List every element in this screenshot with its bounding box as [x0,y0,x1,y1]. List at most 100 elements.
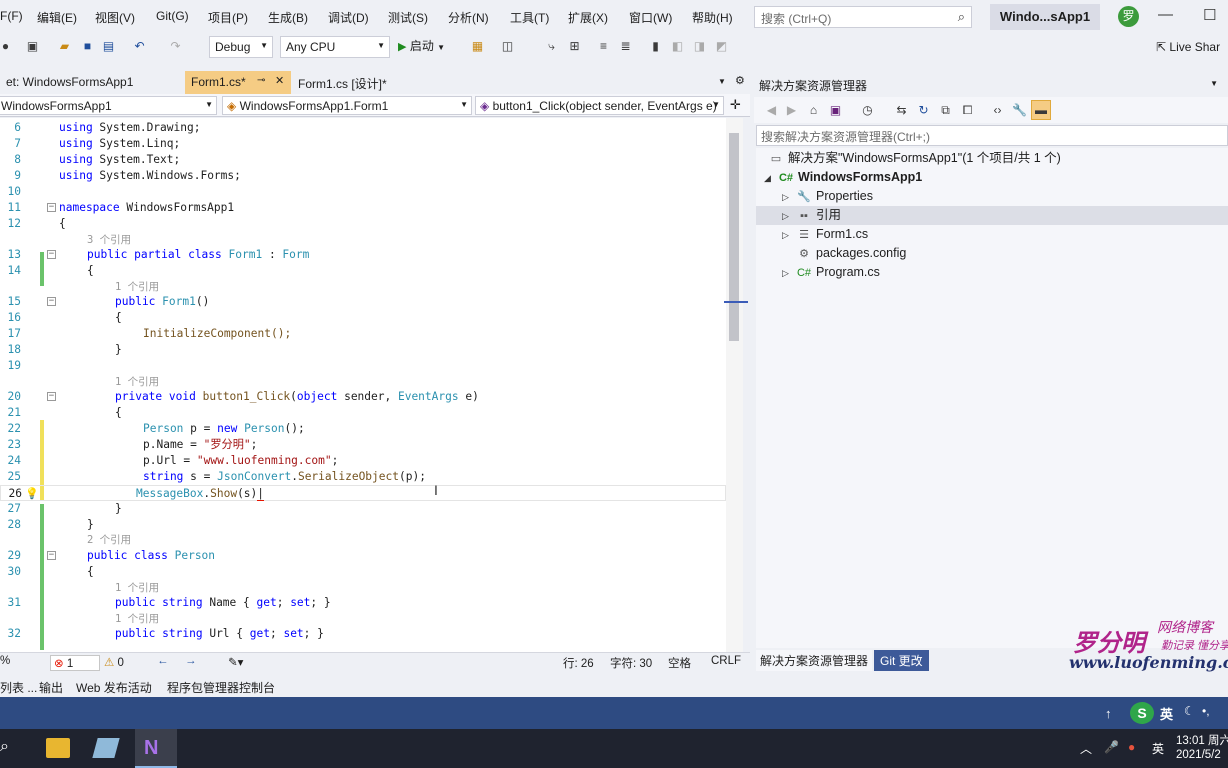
view-code-icon[interactable]: ‹› [990,103,1005,118]
tray-expand-icon[interactable]: ︿ [1080,740,1092,757]
menu-build[interactable]: 生成(B) [268,9,308,26]
new-project-icon[interactable]: ▣ [25,39,40,54]
refresh-icon[interactable]: ↻ [916,103,931,118]
show-all-files-icon[interactable]: ⧠ [960,103,975,118]
save-all-icon[interactable]: ▤ [101,39,116,54]
nav-project-select[interactable]: WindowsFormsApp1 ▼ [0,96,217,115]
maximize-icon[interactable]: ☐ [1203,6,1216,24]
tree-item-solution[interactable]: ▭ 解决方案"WindowsFormsApp1"(1 个项目/共 1 个) [768,149,1061,168]
arrow-left-icon[interactable]: ← [157,655,169,667]
solution-title-badge[interactable]: Windo...sApp1 [990,4,1100,30]
menu-analyze[interactable]: 分析(N) [448,9,489,26]
tree-item-packages-config[interactable]: ⚙ packages.config [796,244,906,263]
tree-item-references[interactable]: ▷ ▪▪ 引用 [756,206,1228,225]
liveshare-button[interactable]: ⇱ Live Shar [1156,40,1220,54]
menu-tools[interactable]: 工具(T) [510,9,549,26]
scrollbar-thumb[interactable] [729,133,739,341]
fold-toggle-icon[interactable]: − [47,250,56,259]
minimize-icon[interactable]: — [1158,6,1173,23]
expanded-arrow-icon[interactable]: ◢ [764,169,778,188]
back-icon[interactable]: ◀ [764,103,779,118]
prev-bookmark-icon[interactable]: ◧ [670,39,685,54]
pin-icon[interactable]: ⊸ [257,75,265,86]
step-icon[interactable]: ⤷ [544,39,559,54]
chevron-down-icon[interactable]: ▼ [1210,79,1218,88]
clock-time[interactable]: 13:01 周六 [1176,732,1228,748]
code-editor[interactable]: 6 using System.Drawing; 7 using System.Lin… [0,118,726,652]
tab-package-manager[interactable]: 程序包管理器控制台 [167,679,275,696]
back-circle-icon[interactable]: ● [0,39,13,54]
punctuation-icon[interactable]: •, [1202,704,1210,718]
tab-git-changes[interactable]: Git 更改 [874,650,929,671]
forward-icon[interactable]: ▶ [784,103,799,118]
menu-window[interactable]: 窗口(W) [629,9,672,26]
nav-member-select[interactable]: ◈ button1_Click(object sender, EventArgs… [475,96,724,115]
clock-date[interactable]: 2021/5/2 [1176,749,1221,761]
open-folder-icon[interactable]: ▰ [57,39,72,54]
error-count-button[interactable]: ⊗ 1 [50,655,101,671]
config-select[interactable]: Debug ▼ [209,36,273,58]
undo-icon[interactable]: ↶ [132,39,147,54]
tab-output[interactable]: 输出 [39,679,63,696]
tray-ime[interactable]: 英 [1152,740,1164,757]
codelens-references[interactable]: 1 个引用 [0,580,726,596]
preview-toggle-icon[interactable]: ▬ [1031,100,1051,120]
search-input[interactable]: 搜索 (Ctrl+Q) ⌕ [754,6,972,28]
next-bookmark-icon[interactable]: ◨ [692,39,707,54]
nav-class-select[interactable]: ◈ WindowsFormsApp1.Form1 ▼ [222,96,472,115]
tab-project[interactable]: et: WindowsFormsApp1 [0,71,180,94]
tab-solution-explorer[interactable]: 解决方案资源管理器 [756,650,873,671]
menu-test[interactable]: 测试(S) [388,9,428,26]
ime-mode[interactable]: 英 [1160,704,1173,723]
fold-toggle-icon[interactable]: − [47,297,56,306]
gear-icon[interactable]: ⚙ [735,74,745,87]
notepad-icon[interactable] [92,738,120,758]
microphone-icon[interactable]: 🎤 [1104,740,1119,754]
menu-extensions[interactable]: 扩展(X) [568,9,608,26]
arrow-right-icon[interactable]: → [185,655,197,667]
brush-icon[interactable]: ✎▾ [228,655,243,669]
collapsed-arrow-icon[interactable]: ▷ [782,188,796,207]
wrench-icon[interactable]: 🔧 [1012,103,1027,118]
fold-toggle-icon[interactable]: − [47,203,56,212]
menu-help[interactable]: 帮助(H) [692,9,733,26]
clear-bookmark-icon[interactable]: ◩ [714,39,729,54]
bookmark-icon[interactable]: ▮ [648,39,663,54]
tab-form1-cs[interactable]: Form1.cs* ⊸ ✕ [185,71,291,94]
collapsed-arrow-icon[interactable]: ▷ [782,226,796,245]
browse-icon[interactable]: ▦ [470,39,485,54]
history-icon[interactable]: ◷ [860,103,875,118]
redo-icon[interactable]: ↷ [168,39,183,54]
menu-project[interactable]: 项目(P) [208,9,248,26]
tree-item-program[interactable]: ▷ C# Program.cs [782,263,880,282]
menu-file[interactable]: F(F) [0,9,23,23]
avatar[interactable]: 罗 [1118,6,1139,27]
taskbar-vs-button[interactable]: N [135,729,177,768]
menu-view[interactable]: 视图(V) [95,9,135,26]
layout-icon[interactable]: ⊞ [567,39,582,54]
indent-mode[interactable]: 空格 [668,655,691,671]
start-button[interactable]: ▶ 启动 ▼ [398,37,445,57]
collapse-all-icon[interactable]: ⧉ [938,103,953,118]
uncomment-icon[interactable]: ≣ [618,39,633,54]
codelens-references[interactable]: 1 个引用 [0,279,726,295]
screenshot-icon[interactable]: ◫ [500,39,515,54]
fold-toggle-icon[interactable]: − [47,392,56,401]
save-icon[interactable]: ■ [80,39,95,54]
publish-arrow-icon[interactable]: ↑ [1105,706,1112,721]
fold-toggle-icon[interactable]: − [47,551,56,560]
split-icon[interactable]: ✛ [730,97,741,113]
chevron-down-icon[interactable]: ▼ [718,77,726,86]
codelens-references[interactable]: 2 个引用 [0,532,726,548]
tray-app-icon[interactable]: ● [1128,740,1135,754]
platform-select[interactable]: Any CPU ▼ [280,36,390,58]
tab-error-list[interactable]: 错误列表 ... [0,679,37,696]
tab-web-publish[interactable]: Web 发布活动 [76,679,152,696]
vs-switch-icon[interactable]: ▣ [828,103,843,118]
file-explorer-icon[interactable] [46,738,70,758]
comment-icon[interactable]: ≡ [596,39,611,54]
collapsed-arrow-icon[interactable]: ▷ [782,264,796,283]
solution-explorer-search-input[interactable]: 搜索解决方案资源管理器(Ctrl+;) [756,125,1228,146]
sync-icon[interactable]: ⇆ [894,103,909,118]
collapsed-arrow-icon[interactable]: ▷ [782,207,796,226]
